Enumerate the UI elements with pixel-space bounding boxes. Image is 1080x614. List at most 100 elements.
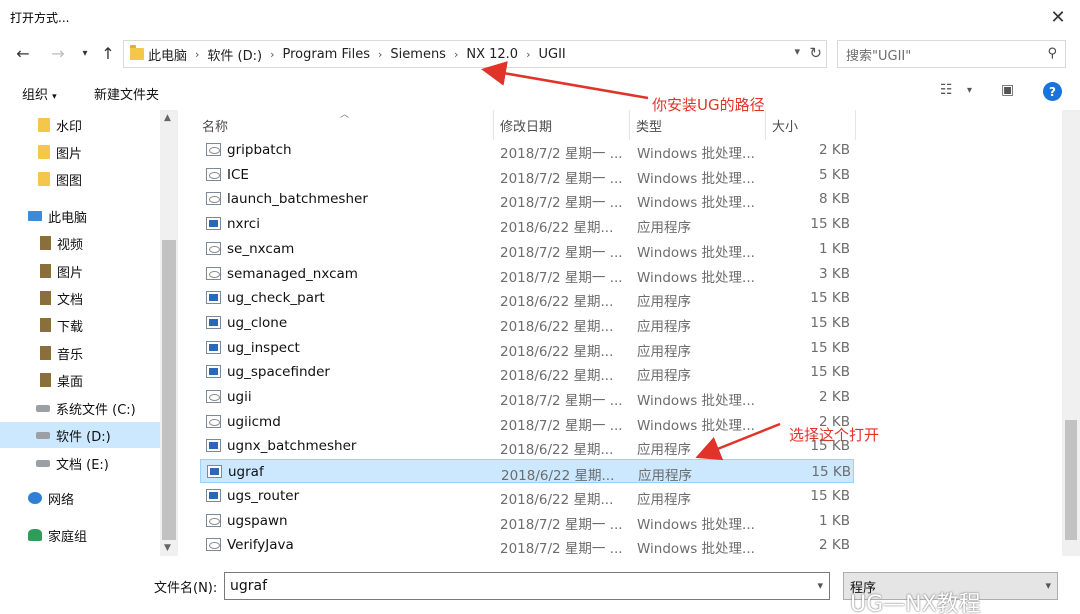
sidebar-item[interactable]: 视频 bbox=[0, 230, 160, 256]
sidebar-item-label: 下载 bbox=[57, 319, 84, 335]
chevron-down-icon[interactable]: ▾ bbox=[1045, 579, 1051, 592]
view-options-icon[interactable]: ☷ bbox=[940, 82, 953, 98]
file-size: 5 KB bbox=[819, 166, 850, 183]
breadcrumb-chevron-icon[interactable]: › bbox=[454, 48, 458, 61]
sidebar-item[interactable]: 系统文件 (C:) bbox=[0, 395, 160, 421]
file-name: semanaged_nxcam bbox=[227, 265, 358, 282]
breadcrumb-item[interactable]: UGII bbox=[539, 47, 566, 62]
sidebar-item-label: 水印 bbox=[56, 119, 83, 135]
sidebar-item[interactable]: 桌面 bbox=[0, 367, 160, 393]
breadcrumb-chevron-icon[interactable]: › bbox=[526, 48, 530, 61]
file-row[interactable]: ugiicmd 2018/7/2 星期一 ... Windows 批处理... 2 K… bbox=[200, 410, 854, 434]
refresh-icon[interactable]: ↻ bbox=[809, 44, 822, 62]
close-icon[interactable]: ✕ bbox=[1046, 5, 1070, 29]
file-row[interactable]: ug_check_part 2018/6/22 星期... 应用程序 15 KB bbox=[200, 286, 854, 310]
sidebar-item-label: 图图 bbox=[56, 173, 83, 189]
file-row[interactable]: VerifyJava 2018/7/2 星期一 ... Windows 批处理...… bbox=[200, 533, 854, 557]
file-row[interactable]: ugii 2018/7/2 星期一 ... Windows 批处理... 2 KB bbox=[200, 385, 854, 409]
breadcrumb-item[interactable]: NX 12.0 bbox=[466, 47, 518, 62]
file-row[interactable]: launch_batchmesher 2018/7/2 星期一 ... Window… bbox=[200, 187, 854, 211]
file-name: nxrci bbox=[227, 216, 260, 233]
file-size: 8 KB bbox=[819, 191, 850, 208]
forward-arrow-icon[interactable]: → bbox=[47, 42, 69, 64]
file-row[interactable]: ugraf 2018/6/22 星期... 应用程序 15 KB bbox=[200, 459, 854, 484]
file-type: 应用程序 bbox=[637, 294, 691, 311]
application-icon bbox=[207, 465, 222, 479]
video-library-icon bbox=[40, 236, 51, 250]
breadcrumb-item[interactable]: 此电脑 bbox=[148, 45, 187, 64]
sidebar-item-label: 软件 (D:) bbox=[56, 429, 111, 445]
sidebar-item[interactable]: 图片 bbox=[0, 258, 160, 284]
help-icon[interactable]: ? bbox=[1043, 82, 1062, 101]
scroll-up-icon[interactable]: ▲ bbox=[164, 113, 171, 123]
breadcrumb-item[interactable]: Siemens bbox=[390, 47, 446, 62]
breadcrumb-item[interactable]: Program Files bbox=[283, 47, 371, 62]
preview-pane-icon[interactable]: ▣ bbox=[1001, 82, 1014, 98]
search-input[interactable]: 搜索"UGII" ⚲ bbox=[837, 40, 1066, 68]
file-row[interactable]: ug_inspect 2018/6/22 星期... 应用程序 15 KB bbox=[200, 336, 854, 360]
file-row[interactable]: ugnx_batchmesher 2018/6/22 星期... 应用程序 15 KB bbox=[200, 434, 854, 458]
file-row[interactable]: ugs_router 2018/6/22 星期... 应用程序 15 KB bbox=[200, 484, 854, 508]
breadcrumb-chevron-icon[interactable]: › bbox=[270, 48, 274, 61]
file-date: 2018/7/2 星期一 ... bbox=[500, 244, 623, 261]
file-type: 应用程序 bbox=[637, 220, 691, 237]
up-arrow-icon[interactable]: ↑ bbox=[97, 42, 119, 64]
file-size: 15 KB bbox=[810, 487, 850, 504]
file-name: ugiicmd bbox=[227, 413, 281, 430]
scroll-down-icon[interactable]: ▼ bbox=[164, 543, 171, 553]
file-date: 2018/6/22 星期... bbox=[500, 491, 614, 508]
address-bar[interactable]: 此电脑 › 软件 (D:) › Program Files › Siemens › NX 12.… bbox=[123, 40, 827, 68]
recent-locations-chevron-icon[interactable]: ▾ bbox=[74, 42, 96, 64]
file-row[interactable]: semanaged_nxcam 2018/7/2 星期一 ... Windows 批… bbox=[200, 262, 854, 286]
file-row[interactable]: nxrci 2018/6/22 星期... 应用程序 15 KB bbox=[200, 212, 854, 236]
sidebar-item[interactable]: 下载 bbox=[0, 312, 160, 338]
file-row[interactable]: se_nxcam 2018/7/2 星期一 ... Windows 批处理... 1 … bbox=[200, 237, 854, 261]
search-icon[interactable]: ⚲ bbox=[1047, 46, 1057, 61]
filename-value: ugraf bbox=[230, 578, 268, 594]
scrollbar-thumb[interactable] bbox=[162, 240, 176, 540]
sidebar-item[interactable]: 网络 bbox=[0, 485, 160, 511]
file-size: 2 KB bbox=[819, 142, 850, 158]
file-size: 2 KB bbox=[819, 537, 850, 554]
sidebar-item-label: 系统文件 (C:) bbox=[56, 402, 136, 418]
file-size: 1 KB bbox=[819, 240, 850, 257]
sidebar-item[interactable]: 文档 bbox=[0, 285, 160, 311]
sidebar-item[interactable]: 图图 bbox=[0, 166, 160, 192]
file-list-scrollbar[interactable] bbox=[1062, 110, 1080, 556]
breadcrumb-item[interactable]: 软件 (D:) bbox=[207, 45, 262, 64]
file-type: Windows 批处理... bbox=[637, 195, 755, 212]
sidebar-item[interactable]: 软件 (D:) bbox=[0, 422, 160, 448]
file-row[interactable]: ug_spacefinder 2018/6/22 星期... 应用程序 15 KB bbox=[200, 360, 854, 384]
file-row[interactable]: ugspawn 2018/7/2 星期一 ... Windows 批处理... 1 K… bbox=[200, 509, 854, 533]
sidebar-item[interactable]: 图片 bbox=[0, 139, 160, 165]
sidebar-item-label: 图片 bbox=[57, 265, 84, 281]
chevron-down-icon[interactable]: ▾ bbox=[794, 45, 800, 58]
sidebar-item[interactable]: 此电脑 bbox=[0, 203, 160, 229]
sidebar-item[interactable]: 家庭组 bbox=[0, 522, 160, 548]
path-annotation: 你安装UG的路径 bbox=[652, 96, 765, 114]
navigation-bar: ← → ▾ ↑ 此电脑 › 软件 (D:) › Program Files › Siemen… bbox=[0, 36, 1080, 72]
new-folder-button[interactable]: 新建文件夹 bbox=[94, 84, 159, 103]
file-row[interactable]: gripbatch 2018/7/2 星期一 ... Windows 批处理... 2… bbox=[200, 138, 854, 162]
sidebar-item[interactable]: 水印 bbox=[0, 112, 160, 138]
file-size: 2 KB bbox=[819, 389, 850, 405]
organize-button[interactable]: 组织 ▾ bbox=[22, 84, 57, 103]
column-header-size[interactable]: 大小 bbox=[766, 110, 856, 140]
filename-input[interactable]: ugraf ▾ bbox=[224, 572, 830, 600]
breadcrumb-chevron-icon[interactable]: › bbox=[195, 48, 199, 61]
file-type: 应用程序 bbox=[637, 368, 691, 385]
file-row[interactable]: ICE 2018/7/2 星期一 ... Windows 批处理... 5 KB bbox=[200, 163, 854, 187]
sidebar-scrollbar[interactable]: ▲ ▼ bbox=[160, 110, 178, 556]
sidebar-item[interactable]: 音乐 bbox=[0, 340, 160, 366]
scrollbar-thumb[interactable] bbox=[1065, 420, 1077, 540]
file-row[interactable]: ug_clone 2018/6/22 星期... 应用程序 15 KB bbox=[200, 311, 854, 335]
breadcrumb-chevron-icon[interactable]: › bbox=[378, 48, 382, 61]
chevron-down-icon[interactable]: ▾ bbox=[967, 85, 972, 96]
chevron-down-icon[interactable]: ▾ bbox=[817, 579, 823, 592]
file-size: 15 KB bbox=[810, 364, 850, 381]
column-header-date[interactable]: 修改日期 bbox=[494, 110, 630, 140]
back-arrow-icon[interactable]: ← bbox=[12, 42, 34, 64]
sidebar-item[interactable]: 文档 (E:) bbox=[0, 450, 160, 476]
sidebar-item-label: 文档 (E:) bbox=[56, 457, 109, 473]
file-name: ug_clone bbox=[227, 314, 288, 331]
